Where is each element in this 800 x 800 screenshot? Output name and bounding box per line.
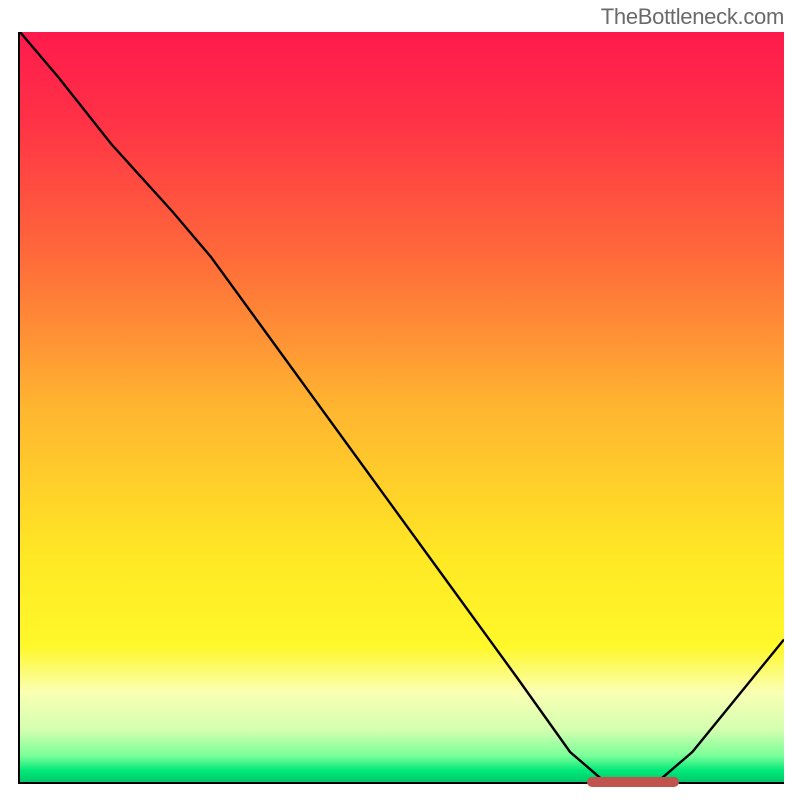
chart-plot-area [18, 32, 784, 784]
watermark-text: TheBottleneck.com [601, 4, 784, 30]
optimal-zone-bar [587, 777, 679, 787]
gradient-background [20, 32, 784, 782]
